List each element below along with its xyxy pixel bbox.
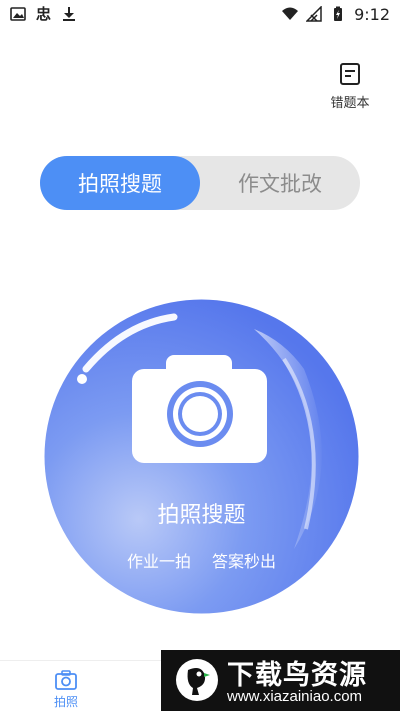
status-left: 忠 [10,6,77,22]
bottom-tab-photo-label: 拍照 [53,695,78,709]
watermark-title: 下载鸟资源 [227,660,367,691]
wifi-icon [282,6,299,22]
camera-capture-button[interactable]: 拍照搜题 作业一拍 答案秒出 [44,299,359,614]
watermark: 下载鸟资源 www.xiazainiao.com [161,650,400,711]
notebook-label: 错题本 [330,96,370,111]
mode-switch: 拍照搜题 作文批改 [40,156,360,210]
notebook-icon [340,63,360,85]
download-icon [61,6,77,22]
status-time: 9:12 [354,4,390,24]
wrong-questions-notebook-button[interactable]: 错题本 [324,62,376,111]
camera-icon [132,355,267,463]
watermark-url: www.xiazainiao.com [227,688,363,705]
signal-icon [306,6,322,22]
image-icon [10,6,26,22]
status-right: 9:12 [282,5,390,24]
subtitle-right: 答案秒出 [212,552,277,571]
camera-title: 拍照搜题 [157,503,246,528]
camera-tab-icon [55,670,77,690]
tab-photo-search[interactable]: 拍照搜题 [40,156,200,210]
tab-essay-correction[interactable]: 作文批改 [200,156,360,210]
app-icon: 忠 [36,5,52,23]
battery-icon [330,6,346,22]
status-bar: 忠 9:12 [0,0,400,28]
camera-subtitle: 作业一拍 答案秒出 [44,548,359,572]
bird-logo-icon [176,659,218,701]
bottom-tab-photo[interactable]: 拍照 [40,669,92,710]
subtitle-left: 作业一拍 [126,552,191,571]
